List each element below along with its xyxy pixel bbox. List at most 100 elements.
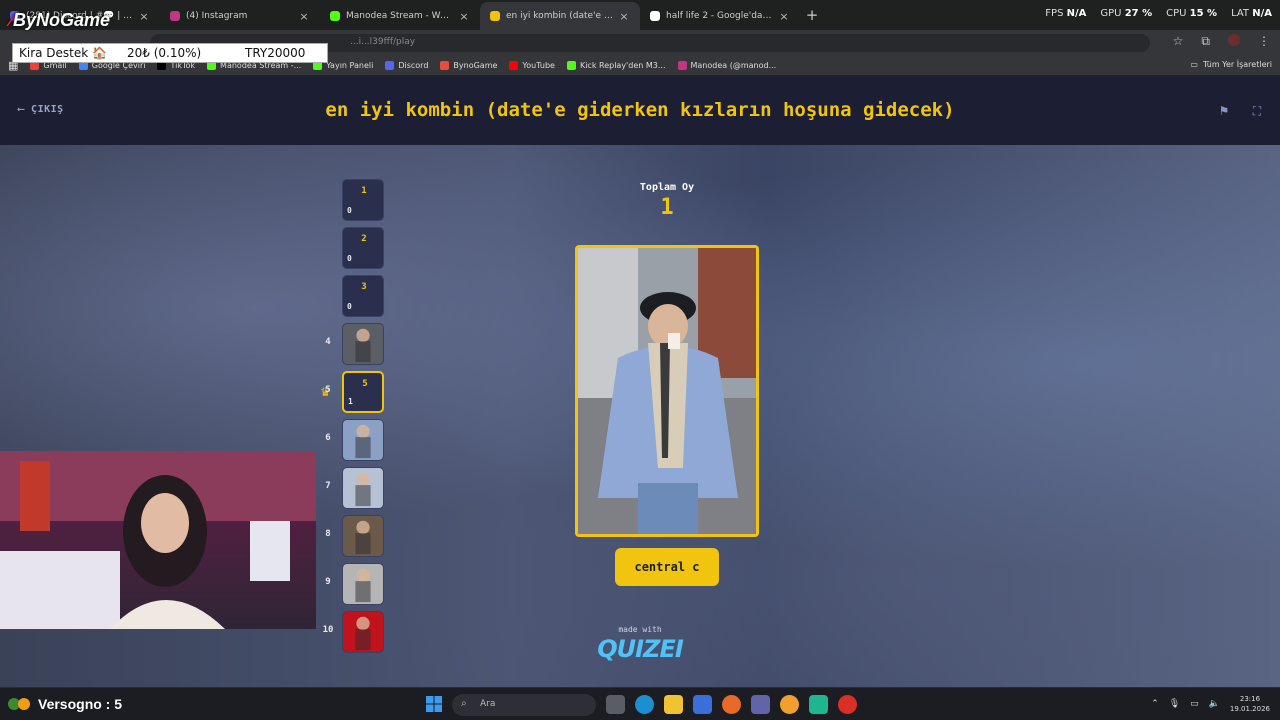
round-box[interactable]: 51 — [342, 371, 384, 413]
close-icon[interactable]: × — [298, 10, 310, 23]
profile-avatar[interactable] — [1228, 34, 1240, 49]
round-thumbnail — [343, 612, 383, 652]
menu-kebab-icon[interactable]: ⋮ — [1258, 34, 1270, 49]
edge-icon[interactable] — [635, 695, 654, 714]
round-box[interactable]: 30 — [342, 275, 384, 317]
round-box[interactable] — [342, 515, 384, 557]
round-thumbnail — [343, 516, 383, 556]
mic-icon[interactable]: 🎙 — [1169, 699, 1180, 709]
total-votes-label: Toplam Oy — [639, 182, 695, 193]
round-box[interactable]: 20 — [342, 227, 384, 269]
round-number: 5 — [325, 385, 331, 395]
chrome-icon[interactable] — [838, 695, 857, 714]
round-number: 9 — [325, 577, 331, 587]
quizei-logo[interactable]: QUIZEI — [590, 635, 690, 663]
bookmark-item[interactable]: Discord — [385, 61, 428, 70]
round-number: 4 — [325, 337, 331, 347]
round-label: 3 — [361, 282, 367, 292]
round-box[interactable] — [342, 467, 384, 509]
streamer-logo — [8, 698, 30, 710]
round-item[interactable]: 6 — [318, 419, 388, 461]
system-monitor: FPS N/A GPU 27 % CPU 15 % LAT N/A — [1045, 8, 1272, 19]
choice-button[interactable]: central c — [615, 548, 719, 586]
taskbar-search[interactable]: ⌕ Ara — [452, 694, 596, 716]
bookmark-favicon-icon — [385, 61, 395, 70]
bookmark-favicon-icon — [677, 61, 687, 70]
folder-icon: ▭ — [1190, 60, 1198, 69]
round-vote-count: 0 — [347, 206, 352, 215]
round-item[interactable]: 20 — [318, 227, 388, 269]
star-icon[interactable]: ☆ — [1173, 34, 1184, 49]
rent-support-amount: 20₺ (0.10%) — [127, 46, 202, 60]
viewer-counter: Versogno : 5 — [38, 696, 123, 712]
taskbar-apps — [606, 695, 857, 714]
round-number: 8 — [325, 529, 331, 539]
sysmon-item: FPS N/A — [1045, 8, 1087, 19]
toolbar-icons: ☆ ⧉ ⋮ — [1173, 34, 1270, 49]
close-icon[interactable]: × — [138, 10, 150, 23]
round-box[interactable]: 10 — [342, 179, 384, 221]
clock[interactable]: 23:16 19.01.2026 — [1230, 694, 1270, 714]
fullscreen-icon[interactable]: ⛶ — [1248, 102, 1266, 120]
rent-support-label: Kira Destek 🏠 — [19, 46, 107, 60]
system-tray: ⌃ 🎙 ▭ 🔈 23:16 19.01.2026 — [1151, 694, 1270, 714]
flag-icon[interactable]: ⚑ — [1215, 102, 1233, 120]
round-label: 5 — [362, 379, 368, 389]
bookmark-favicon-icon — [566, 61, 576, 70]
round-box[interactable] — [342, 419, 384, 461]
round-thumbnail — [343, 324, 383, 364]
close-icon[interactable]: × — [618, 10, 630, 23]
bynogame-logo: ⁄ByNoGame — [10, 10, 111, 30]
new-tab-button[interactable]: + — [800, 6, 824, 24]
tab-title: Manodea Stream - Watch Live — [346, 11, 454, 21]
round-label: 2 — [361, 234, 367, 244]
rent-support-goal: TRY20000 — [245, 46, 306, 60]
round-item[interactable]: 8 — [318, 515, 388, 557]
close-icon[interactable]: × — [458, 10, 470, 23]
task-view-icon[interactable] — [606, 695, 625, 714]
tab-title: half life 2 - Google'da Ara — [666, 11, 774, 21]
file-explorer-icon[interactable] — [664, 695, 683, 714]
round-box[interactable] — [342, 563, 384, 605]
bookmark-item[interactable]: Manodea (@manod... — [677, 61, 776, 70]
round-vote-count: 0 — [347, 302, 352, 311]
extensions-icon[interactable]: ⧉ — [1201, 34, 1210, 49]
tab-favicon-icon — [650, 11, 660, 21]
round-item[interactable]: 9 — [318, 563, 388, 605]
round-vote-count: 1 — [348, 397, 353, 406]
bookmark-favicon-icon — [509, 61, 519, 70]
browser-tab[interactable]: Manodea Stream - Watch Live × — [320, 2, 480, 30]
chevron-up-icon[interactable]: ⌃ — [1151, 699, 1159, 709]
bookmark-item[interactable]: Kick Replay'den M3... — [566, 61, 666, 70]
chrome-canary-icon[interactable] — [780, 695, 799, 714]
round-box[interactable] — [342, 611, 384, 653]
sysmon-item: GPU 27 % — [1100, 8, 1153, 19]
round-item[interactable]: 7 — [318, 467, 388, 509]
round-thumbnail — [343, 420, 383, 460]
browser-tab[interactable]: en iyi kombin (date'e giderken × — [480, 2, 640, 30]
browser-tab[interactable]: half life 2 - Google'da Ara × — [640, 2, 800, 30]
bookmark-item[interactable]: BynoGame — [440, 61, 497, 70]
store-icon[interactable] — [693, 695, 712, 714]
bookmark-item[interactable]: YouTube — [509, 61, 555, 70]
teams-icon[interactable] — [751, 695, 770, 714]
page-header: ⟵ ÇIKIŞ en iyi kombin (date'e giderken k… — [0, 77, 1280, 145]
all-bookmarks[interactable]: ▭ Tüm Yer İşaretleri — [1190, 60, 1272, 69]
firefox-icon[interactable] — [722, 695, 741, 714]
tab-title: (4) Instagram — [186, 11, 248, 21]
app-icon[interactable] — [809, 695, 828, 714]
close-icon[interactable]: × — [778, 10, 790, 23]
browser-tab[interactable]: (4) Instagram × — [160, 2, 320, 30]
network-icon[interactable]: ▭ — [1190, 699, 1199, 709]
tab-favicon-icon — [490, 11, 500, 21]
round-item[interactable]: 10 — [318, 179, 388, 221]
round-box[interactable] — [342, 323, 384, 365]
windows-start-icon[interactable] — [426, 696, 442, 712]
round-label: 1 — [361, 186, 367, 196]
round-item[interactable]: ♛ 5 5 1 — [318, 371, 388, 413]
volume-icon[interactable]: 🔈 — [1209, 699, 1220, 709]
round-item[interactable]: 30 — [318, 275, 388, 317]
round-item[interactable]: 4 — [318, 323, 388, 365]
round-item[interactable]: 10 — [318, 611, 388, 653]
rent-support-widget: Kira Destek 🏠 20₺ (0.10%) TRY20000 — [12, 43, 328, 63]
